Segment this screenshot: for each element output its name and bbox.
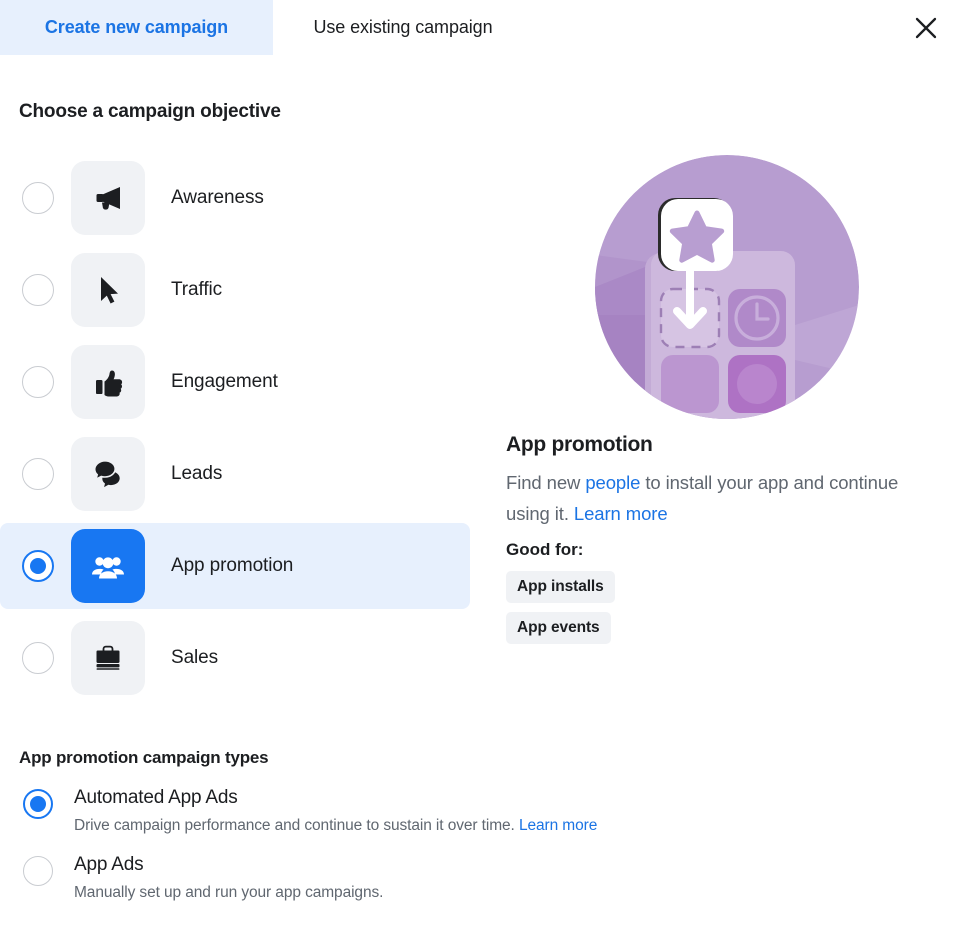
tab-create-new-campaign-label: Create new campaign: [44, 17, 229, 37]
objective-label-app-promotion: App promotion: [171, 555, 294, 576]
thumbs-up-icon: [96, 370, 123, 397]
objective-radio-sales[interactable]: [22, 642, 54, 674]
people-link[interactable]: people: [585, 472, 640, 493]
objective-radio-traffic[interactable]: [22, 274, 54, 306]
objective-detail-panel: App promotion Find new people to install…: [506, 155, 926, 653]
objective-radio-app-promotion[interactable]: [22, 550, 54, 582]
campaign-type-desc-automated-app-ads: Drive campaign performance and continue …: [74, 817, 597, 835]
campaign-type-desc-text-app-ads: Manually set up and run your app campaig…: [74, 884, 384, 901]
objective-row-engagement[interactable]: Engagement: [0, 339, 470, 425]
objective-label-leads: Leads: [171, 463, 223, 484]
cursor-icon: [101, 277, 118, 304]
campaign-type-learn-more-link[interactable]: Learn more: [519, 817, 597, 834]
objective-radio-awareness[interactable]: [22, 182, 54, 214]
briefcase-icon: [96, 645, 120, 670]
objective-list: Awareness Traffic Engagement Leads App p…: [0, 155, 470, 707]
objective-label-traffic: Traffic: [171, 279, 223, 300]
close-icon: [915, 17, 937, 39]
tab-use-existing-campaign-label: Use existing campaign: [313, 17, 493, 37]
tab-bar: Create new campaign Use existing campaig…: [0, 0, 960, 56]
campaign-type-row-automated-app-ads[interactable]: Automated App Ads Drive campaign perform…: [0, 786, 940, 835]
objective-row-app-promotion[interactable]: App promotion: [0, 523, 470, 609]
campaign-type-radio-automated-app-ads[interactable]: [23, 789, 53, 819]
objective-icon-box-leads: [71, 437, 145, 511]
learn-more-link[interactable]: Learn more: [574, 503, 668, 524]
megaphone-icon: [96, 187, 120, 210]
objective-icon-box-awareness: [71, 161, 145, 235]
campaign-type-row-app-ads[interactable]: App Ads Manually set up and run your app…: [0, 853, 940, 902]
objective-row-traffic[interactable]: Traffic: [0, 247, 470, 333]
objective-row-sales[interactable]: Sales: [0, 615, 470, 701]
objective-radio-engagement[interactable]: [22, 366, 54, 398]
objective-icon-box-sales: [71, 621, 145, 695]
objective-icon-box-engagement: [71, 345, 145, 419]
campaign-type-desc-text-automated-app-ads: Drive campaign performance and continue …: [74, 817, 519, 834]
detail-description: Find new people to install your app and …: [506, 467, 908, 529]
close-button[interactable]: [906, 8, 946, 48]
app-install-illustration-svg: [595, 155, 859, 419]
objective-icon-box-app-promotion: [71, 529, 145, 603]
objective-label-engagement: Engagement: [171, 371, 278, 392]
app-install-illustration: [595, 155, 859, 419]
objective-row-leads[interactable]: Leads: [0, 431, 470, 517]
people-group-icon: [92, 557, 124, 579]
objective-icon-box-traffic: [71, 253, 145, 327]
tab-use-existing-campaign[interactable]: Use existing campaign: [273, 0, 533, 55]
tab-create-new-campaign[interactable]: Create new campaign: [0, 0, 273, 55]
campaign-types-title: App promotion campaign types: [19, 748, 269, 767]
campaign-type-desc-app-ads: Manually set up and run your app campaig…: [74, 884, 383, 902]
good-for-badges: App installs App events: [506, 571, 926, 653]
campaign-type-texts-automated-app-ads: Automated App Ads Drive campaign perform…: [74, 786, 597, 835]
detail-title: App promotion: [506, 433, 653, 456]
objective-row-awareness[interactable]: Awareness: [0, 155, 470, 241]
campaign-type-name-automated-app-ads: Automated App Ads: [74, 787, 238, 808]
objective-label-sales: Sales: [171, 647, 219, 668]
campaign-type-name-app-ads: App Ads: [74, 854, 144, 875]
badge-app-installs: App installs: [506, 571, 615, 603]
campaign-types-list: Automated App Ads Drive campaign perform…: [0, 786, 940, 920]
campaign-type-radio-app-ads[interactable]: [23, 856, 53, 886]
detail-description-part1: Find new: [506, 472, 586, 493]
objective-radio-leads[interactable]: [22, 458, 54, 490]
good-for-label: Good for:: [506, 540, 584, 559]
campaign-type-texts-app-ads: App Ads Manually set up and run your app…: [74, 853, 383, 902]
badge-app-events: App events: [506, 612, 611, 644]
objective-section-title: Choose a campaign objective: [19, 101, 281, 122]
objective-label-awareness: Awareness: [171, 187, 264, 208]
speech-bubbles-icon: [93, 459, 120, 488]
